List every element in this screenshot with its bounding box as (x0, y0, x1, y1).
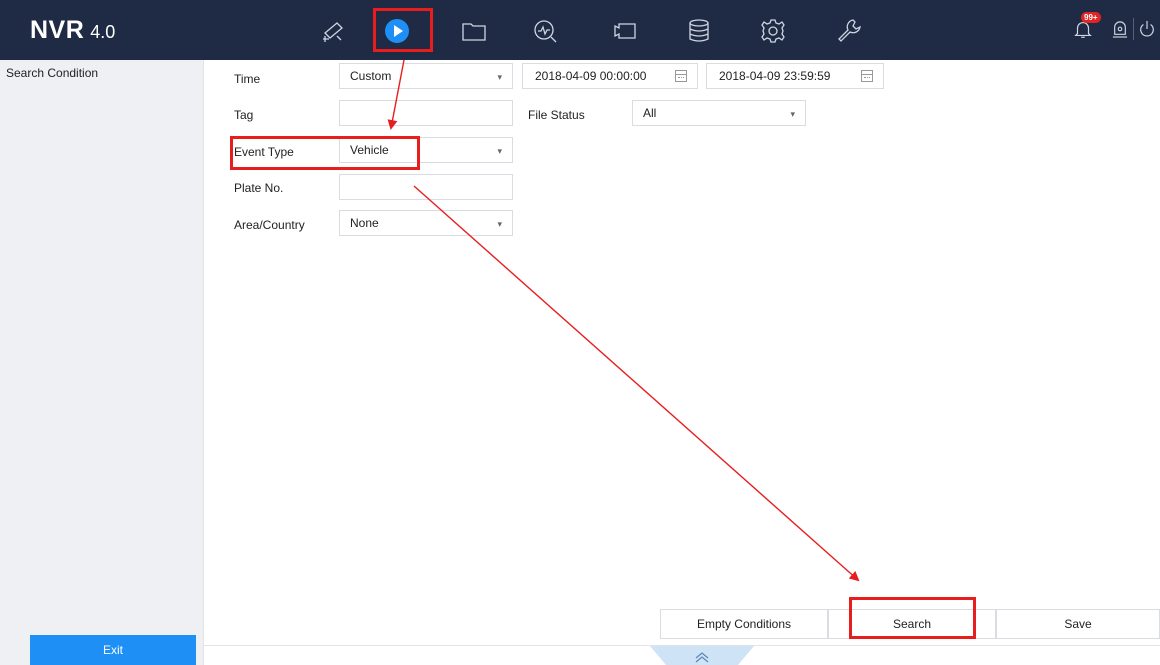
bell-icon[interactable]: 99+ (1072, 12, 1101, 42)
time-select-value: Custom (350, 69, 392, 83)
end-datetime-value: 2018-04-09 23:59:59 (719, 69, 831, 83)
file-status-select[interactable]: All ▾ (632, 100, 806, 126)
logo-brand: NVR (30, 16, 85, 44)
settings-gear-icon[interactable] (756, 14, 790, 48)
time-label: Time (234, 72, 261, 86)
area-select[interactable]: None ▾ (339, 210, 513, 236)
file-status-label: File Status (528, 108, 585, 122)
exit-button[interactable]: Exit (30, 635, 196, 665)
file-status-value: All (643, 106, 657, 120)
end-datetime-field[interactable]: 2018-04-09 23:59:59 (706, 63, 884, 89)
collapse-tab-icon (650, 646, 754, 665)
chevron-down-icon: ▾ (790, 109, 795, 119)
search-chart-icon[interactable] (528, 14, 562, 48)
chevron-down-icon: ▾ (497, 219, 502, 229)
alarm-icon[interactable] (1112, 18, 1130, 42)
area-select-value: None (350, 216, 379, 230)
annotation-arrow-2 (413, 185, 860, 582)
storage-icon[interactable] (682, 14, 716, 48)
tag-label: Tag (234, 108, 254, 122)
chevron-down-icon: ▾ (497, 72, 502, 82)
calendar-icon[interactable] (675, 70, 687, 82)
power-icon[interactable] (1138, 18, 1158, 42)
start-datetime-value: 2018-04-09 00:00:00 (535, 69, 647, 83)
top-navigation-bar: NVR 4.0 99+ (0, 0, 1160, 60)
time-select[interactable]: Custom ▾ (339, 63, 513, 89)
wrench-icon[interactable] (832, 14, 866, 48)
chevron-down-icon: ▾ (497, 146, 502, 156)
collapse-toggle[interactable] (650, 646, 754, 665)
area-label: Area/Country (234, 218, 305, 232)
camera-icon[interactable] (316, 14, 350, 48)
annotation-box-search (849, 597, 976, 639)
video-camera-icon[interactable] (608, 14, 642, 48)
calendar-icon[interactable] (861, 70, 873, 82)
save-button[interactable]: Save (996, 609, 1160, 639)
empty-conditions-button[interactable]: Empty Conditions (660, 609, 828, 639)
plate-label: Plate No. (234, 181, 284, 195)
folder-icon[interactable] (457, 14, 491, 48)
nvr-logo: NVR 4.0 (30, 16, 115, 45)
notification-badge: 99+ (1081, 12, 1101, 23)
sidebar-title: Search Condition (6, 66, 99, 80)
sidebar: Search Condition Exit (0, 60, 204, 665)
toolbar-divider (1133, 18, 1134, 40)
logo-version: 4.0 (90, 22, 116, 42)
start-datetime-field[interactable]: 2018-04-09 00:00:00 (522, 63, 698, 89)
tag-input[interactable] (339, 100, 513, 126)
plate-input[interactable] (339, 174, 513, 200)
annotation-box-event-type (230, 136, 420, 170)
annotation-box-playback (373, 8, 433, 52)
